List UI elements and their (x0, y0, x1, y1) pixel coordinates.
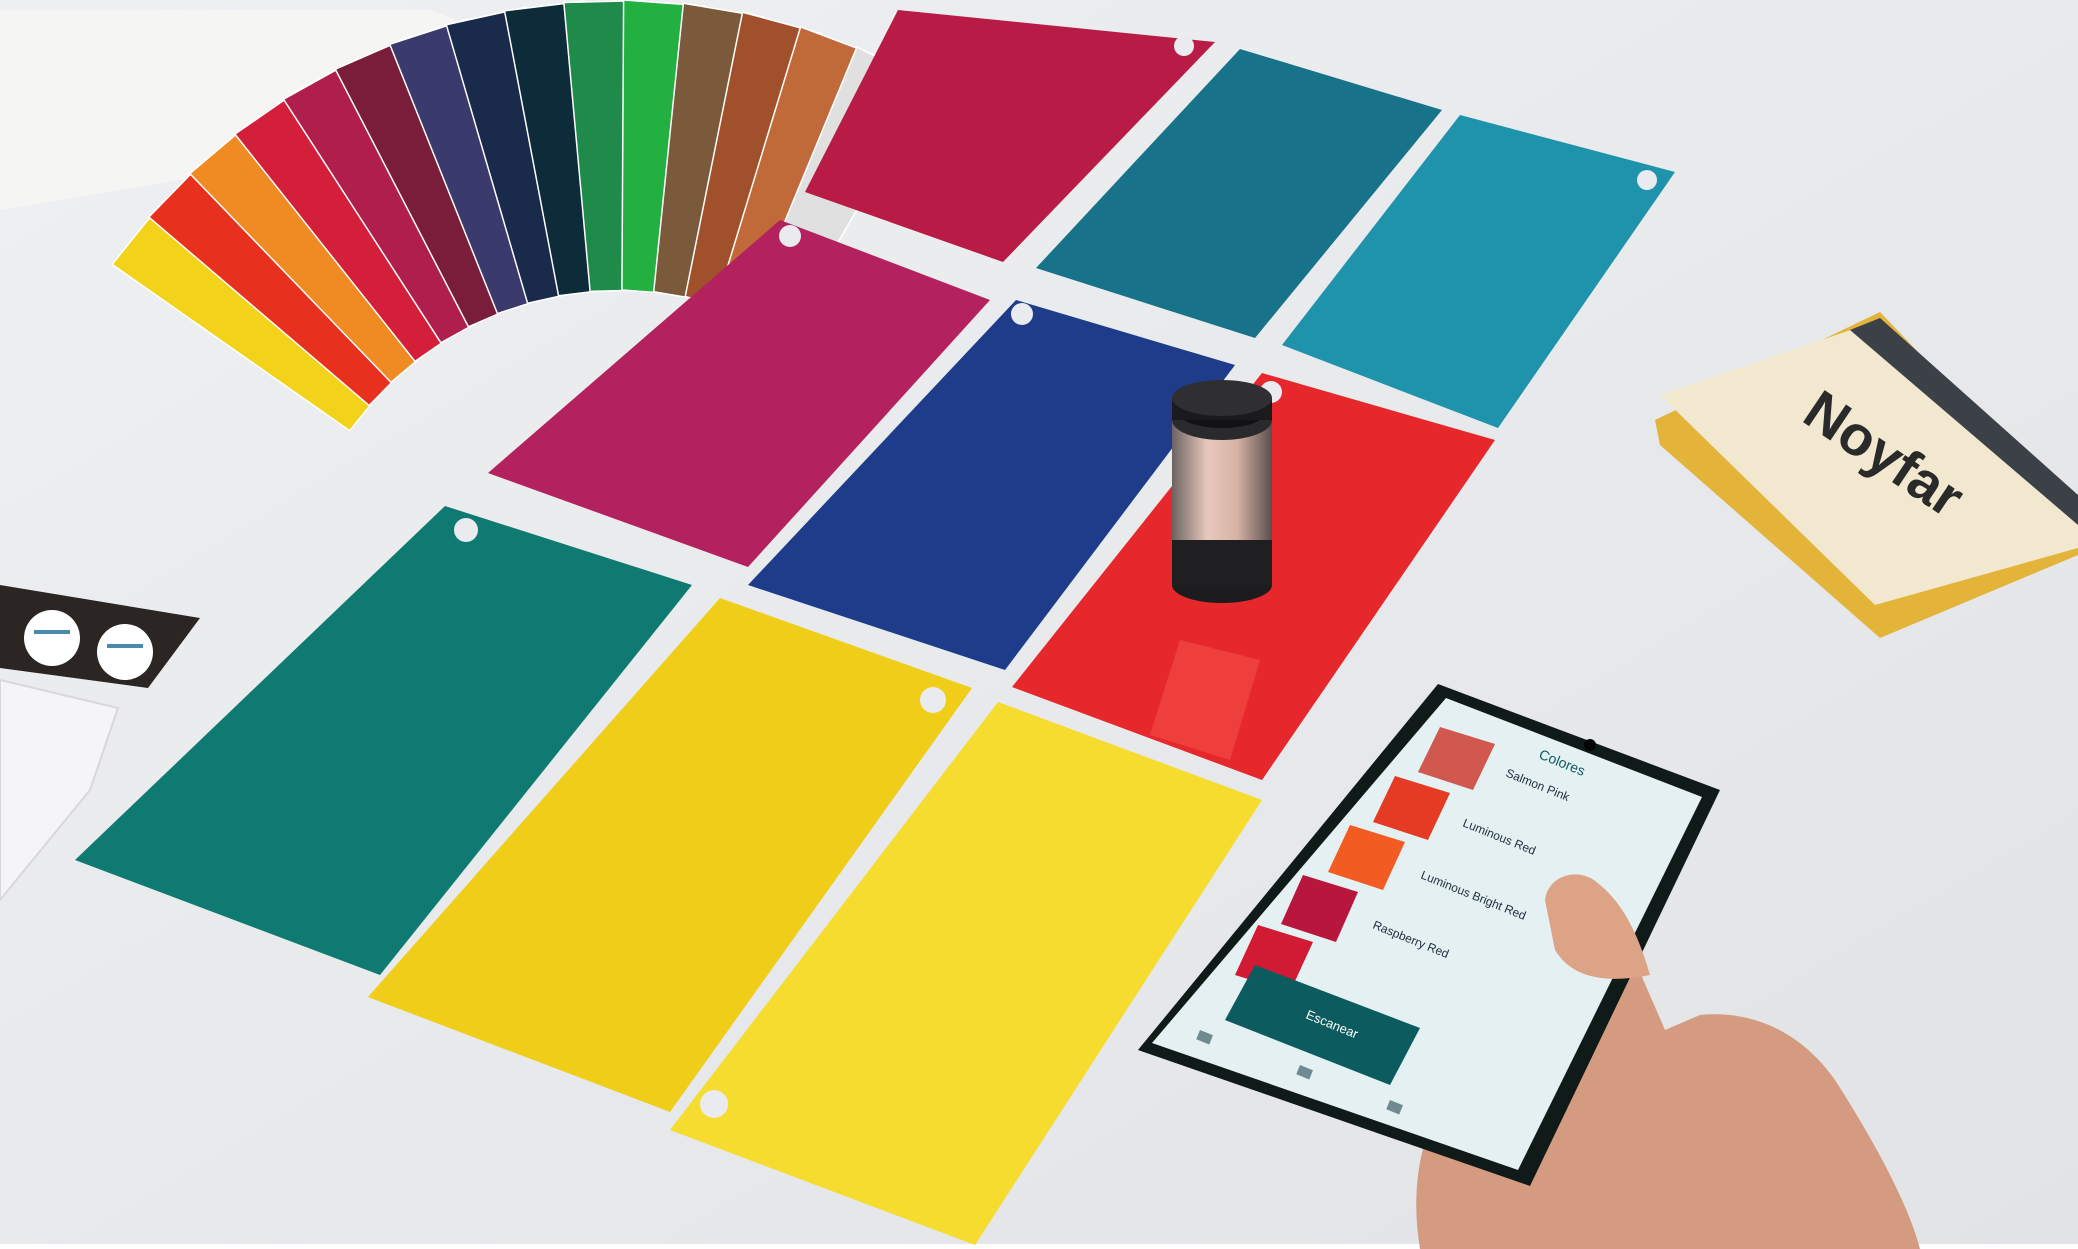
product-photo: Noyfar Colores Salmon Pink Luminous Red … (0, 0, 2078, 1249)
card-badge-icon (24, 610, 80, 666)
hang-hole (700, 1090, 728, 1118)
camera-icon (1584, 739, 1596, 751)
card-badge-icon (97, 624, 153, 680)
color-scanner-device (1172, 380, 1272, 603)
hang-hole (1637, 170, 1657, 190)
hang-hole (779, 225, 801, 247)
hang-hole (1011, 303, 1033, 325)
hang-hole (1174, 36, 1194, 56)
hang-hole (454, 518, 478, 542)
hang-hole (920, 687, 946, 713)
